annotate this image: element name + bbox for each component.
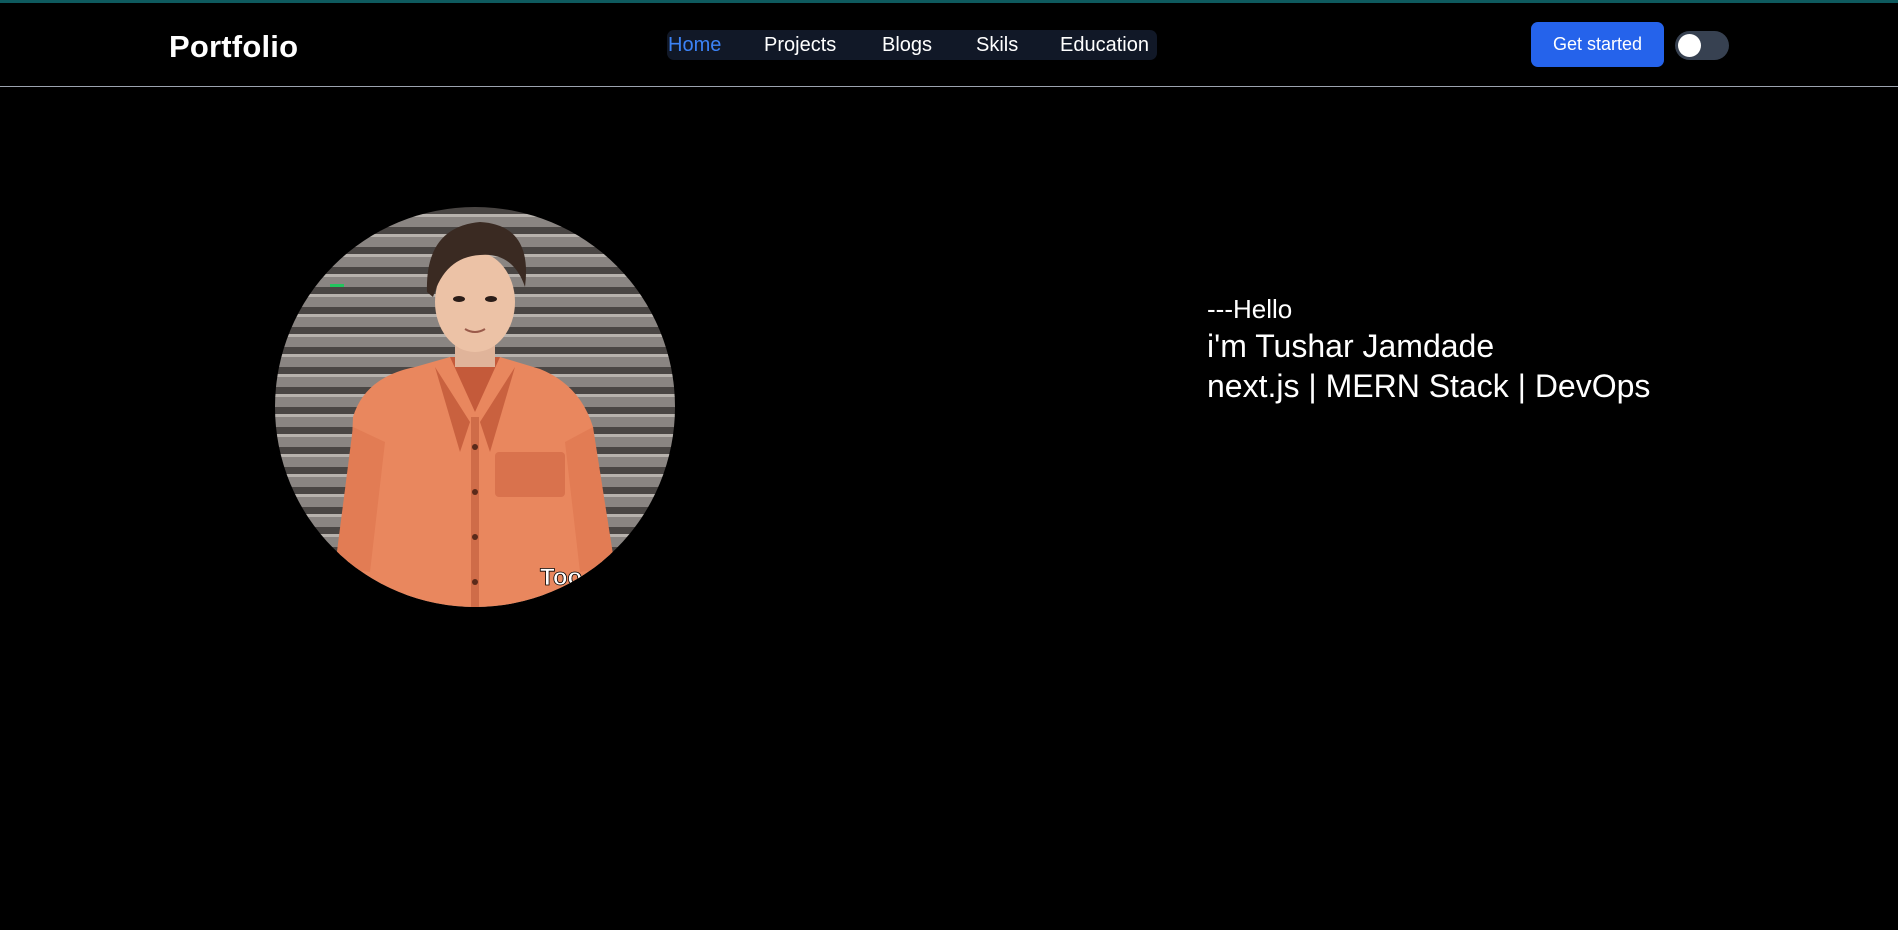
get-started-button[interactable]: Get started <box>1531 22 1664 67</box>
avatar-caption: Too <box>540 564 582 591</box>
navbar: Portfolio Home Projects Blogs Skils Educ… <box>0 3 1898 87</box>
nav-item-home[interactable]: Home <box>668 34 721 57</box>
nav-item-blogs[interactable]: Blogs <box>882 34 932 57</box>
nav-item-skils[interactable]: Skils <box>976 34 1018 57</box>
nav-item-projects[interactable]: Projects <box>764 34 836 57</box>
nav-links: Home Projects Blogs Skils Education <box>667 30 1157 60</box>
hero-name: i'm Tushar Jamdade <box>1207 328 1495 364</box>
hero-intro: ---Hello i'm Tushar Jamdade next.js | ME… <box>1207 292 1650 406</box>
avatar: Too <box>275 207 675 607</box>
nav-item-education[interactable]: Education <box>1060 34 1149 57</box>
hero-tech-stack: next.js | MERN Stack | DevOps <box>1207 368 1651 404</box>
theme-toggle[interactable] <box>1675 31 1729 60</box>
toggle-knob <box>1678 34 1701 57</box>
hero-greeting: ---Hello <box>1207 294 1293 324</box>
brand-title[interactable]: Portfolio <box>169 29 298 65</box>
avatar-illustration: Too <box>275 207 675 607</box>
